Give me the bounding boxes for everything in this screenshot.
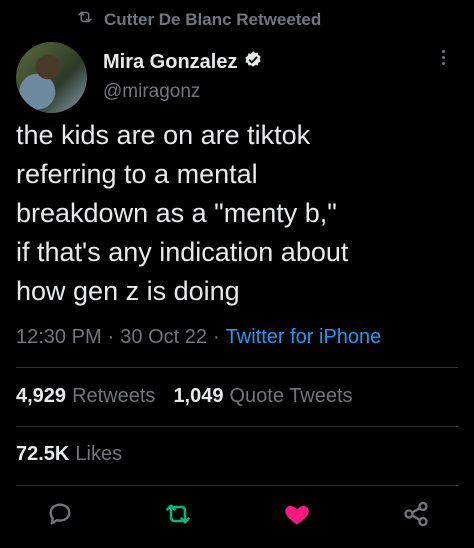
- author-info[interactable]: Mira Gonzalez @miragonz: [103, 50, 263, 103]
- retweet-context-label: Cutter De Blanc Retweeted: [104, 9, 322, 29]
- share-icon[interactable]: [402, 500, 430, 528]
- retweet-context[interactable]: Cutter De Blanc Retweeted: [76, 8, 321, 31]
- divider: [16, 367, 458, 368]
- likes-count: 72.5K: [16, 443, 70, 465]
- tweet-text: the kids are on are tiktok referring to …: [16, 120, 349, 306]
- quotes-label: Quote Tweets: [229, 385, 353, 407]
- tweet-meta: 12:30 PM · 30 Oct 22 · Twitter for iPhon…: [16, 326, 381, 349]
- retweets-count: 4,929: [16, 385, 67, 407]
- tweet-source[interactable]: Twitter for iPhone: [226, 326, 382, 349]
- more-options-icon[interactable]: [440, 50, 446, 65]
- display-name[interactable]: Mira Gonzalez: [103, 51, 237, 74]
- likes-label: Likes: [75, 443, 123, 465]
- heart-filled-icon[interactable]: [283, 500, 311, 528]
- meta-separator: ·: [213, 326, 220, 348]
- avatar[interactable]: [16, 42, 87, 113]
- likes-stat[interactable]: 72.5K Likes: [16, 443, 122, 466]
- retweets-label: Retweets: [72, 385, 156, 407]
- action-bar: [0, 500, 474, 534]
- quotes-count: 1,049: [173, 385, 224, 407]
- verified-badge-icon: [243, 50, 263, 75]
- engagement-stats: 4,929 Retweets 1,049 Quote Tweets: [16, 385, 353, 408]
- meta-separator: ·: [107, 326, 115, 348]
- reply-icon[interactable]: [46, 500, 74, 528]
- quotes-stat[interactable]: 1,049 Quote Tweets: [173, 385, 352, 408]
- tweet-time[interactable]: 12:30 PM: [16, 326, 102, 349]
- retweets-stat[interactable]: 4,929 Retweets: [16, 385, 155, 408]
- divider: [16, 485, 458, 486]
- handle[interactable]: @miragonz: [103, 81, 263, 103]
- retweet-icon[interactable]: [164, 500, 192, 528]
- tweet-date[interactable]: 30 Oct 22: [120, 326, 207, 349]
- divider: [16, 426, 458, 427]
- retweet-icon: [76, 8, 94, 31]
